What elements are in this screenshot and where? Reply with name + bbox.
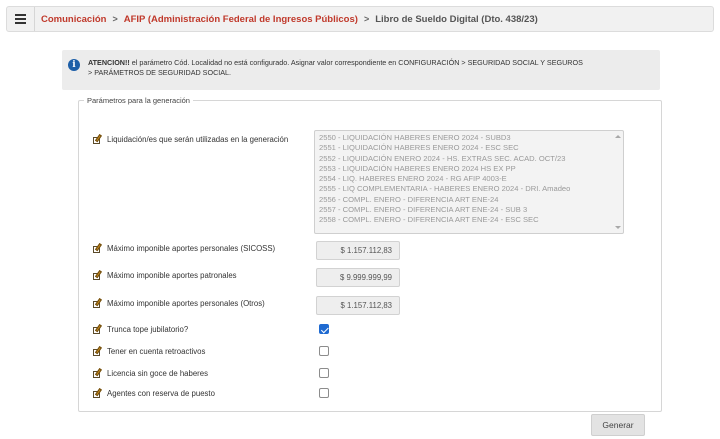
liquidaciones-label: Liquidación/es que serán utilizadas en l… [107, 135, 289, 144]
otros-label: Máximo imponible aportes personales (Otr… [107, 299, 265, 308]
check-label: Tener en cuenta retroactivos [107, 347, 206, 356]
edit-icon [92, 368, 102, 379]
breadcrumb-bar: Comunicación > AFIP (Administración Fede… [6, 6, 714, 32]
sicoss-label: Máximo imponible aportes personales (SIC… [107, 244, 276, 253]
edit-icon [92, 243, 102, 254]
check-row-trunca: Trunca tope jubilatorio? [92, 324, 188, 335]
licencia-checkbox[interactable] [319, 368, 329, 378]
liquidacion-option[interactable]: 2556 - COMPL. ENERO - DIFERENCIA ART ENE… [319, 195, 623, 205]
sicoss-input[interactable]: $ 1.157.112,83 [316, 241, 400, 260]
breadcrumb-item-afip[interactable]: AFIP (Administración Federal de Ingresos… [124, 14, 358, 25]
params-legend: Parámetros para la generación [84, 96, 193, 105]
otros-input[interactable]: $ 1.157.112,83 [316, 296, 400, 315]
edit-icon [92, 346, 102, 357]
scroll-down-icon[interactable] [615, 226, 621, 229]
alert-line2: > PARÁMETROS DE SEGURIDAD SOCIAL. [88, 68, 232, 77]
breadcrumb-item-current: Libro de Sueldo Digital (Dto. 438/23) [375, 13, 538, 25]
edit-icon [92, 388, 102, 399]
scroll-up-icon[interactable] [615, 135, 621, 138]
edit-icon [92, 298, 102, 309]
liquidacion-option[interactable]: 2550 - LIQUIDACIÓN HABERES ENERO 2024 - … [319, 133, 623, 143]
alert-text: ATENCION!! el parámetro Cód. Localidad n… [88, 58, 583, 78]
sicoss-row: Máximo imponible aportes personales (SIC… [92, 243, 275, 254]
warning-alert: i ATENCION!! el parámetro Cód. Localidad… [62, 50, 660, 90]
patronales-label: Máximo imponible aportes patronales [107, 271, 237, 280]
liquidacion-option[interactable]: 2557 - COMPL. ENERO - DIFERENCIA ART ENE… [319, 205, 623, 215]
check-row-reserva: Agentes con reserva de puesto [92, 388, 215, 399]
patronales-row: Máximo imponible aportes patronales [92, 270, 237, 281]
liquidacion-option[interactable]: 2554 - LIQ. HABERES ENERO 2024 - RG AFIP… [319, 174, 623, 184]
check-label: Licencia sin goce de haberes [107, 369, 208, 378]
generate-button[interactable]: Generar [591, 414, 645, 436]
liquidacion-option[interactable]: 2553 - LIQUIDACIÓN HABERES ENERO 2024 HS… [319, 164, 623, 174]
breadcrumb-item-comunicacion[interactable]: Comunicación [41, 14, 106, 25]
patronales-input[interactable]: $ 9.999.999,99 [316, 268, 400, 287]
alert-strong: ATENCION!! [88, 58, 130, 67]
check-row-retroactivos: Tener en cuenta retroactivos [92, 346, 205, 357]
liquidacion-option[interactable]: 2551 - LIQUIDACIÓN HABERES ENERO 2024 - … [319, 143, 623, 153]
edit-icon [92, 324, 102, 335]
otros-row: Máximo imponible aportes personales (Otr… [92, 298, 265, 309]
liquidaciones-listbox[interactable]: 2550 - LIQUIDACIÓN HABERES ENERO 2024 - … [314, 130, 624, 234]
menu-icon[interactable] [7, 7, 35, 31]
alert-line1: el parámetro Cód. Localidad no está conf… [129, 58, 583, 67]
info-icon: i [68, 59, 80, 71]
check-label: Trunca tope jubilatorio? [107, 325, 189, 334]
breadcrumb-separator-icon: > [363, 14, 370, 24]
check-row-licencia: Licencia sin goce de haberes [92, 368, 208, 379]
breadcrumb-separator-icon: > [112, 14, 118, 24]
reserva-checkbox[interactable] [319, 388, 329, 398]
edit-icon [92, 134, 102, 145]
listbox-scrollbar[interactable] [614, 132, 622, 232]
liquidacion-option[interactable]: 2558 - COMPL. ENERO - DIFERENCIA ART ENE… [319, 215, 623, 225]
retroactivos-checkbox[interactable] [319, 346, 329, 356]
liquidaciones-row: Liquidación/es que serán utilizadas en l… [92, 134, 288, 145]
check-label: Agentes con reserva de puesto [107, 389, 215, 398]
liquidacion-option[interactable]: 2555 - LIQ COMPLEMENTARIA - HABERES ENER… [319, 184, 623, 194]
edit-icon [92, 270, 102, 281]
liquidacion-option[interactable]: 2552 - LIQUIDACIÓN ENERO 2024 - HS. EXTR… [319, 154, 623, 164]
trunca-tope-checkbox[interactable] [319, 324, 329, 334]
